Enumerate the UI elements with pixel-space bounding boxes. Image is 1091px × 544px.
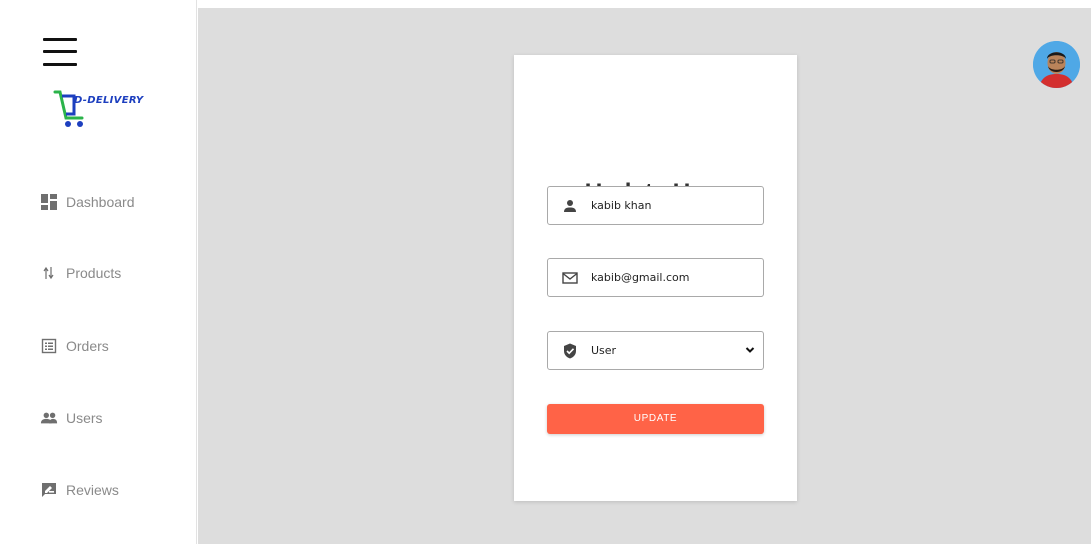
dashboard-icon <box>40 193 58 211</box>
rate-review-icon <box>40 481 58 499</box>
sidebar: D-DELIVERY Dashboard Products Orders Use <box>0 0 197 544</box>
sidebar-item-users[interactable]: Users <box>40 408 103 428</box>
person-icon <box>560 196 580 216</box>
update-button[interactable]: UPDATE <box>547 404 764 434</box>
role-selected-value: User <box>591 344 617 357</box>
app-root: D-DELIVERY Dashboard Products Orders Use <box>0 0 1091 544</box>
chevron-down-icon <box>745 347 755 353</box>
name-input[interactable] <box>591 199 741 212</box>
cart-logo-icon <box>53 90 84 127</box>
list-alt-icon <box>40 337 58 355</box>
sidebar-item-label: Reviews <box>66 482 119 498</box>
people-icon <box>40 409 58 427</box>
user-avatar[interactable] <box>1033 41 1080 88</box>
sidebar-item-label: Products <box>66 265 122 281</box>
role-select[interactable]: User <box>547 331 764 370</box>
avatar-image <box>1033 41 1080 88</box>
email-field[interactable] <box>547 258 764 297</box>
email-input[interactable] <box>591 271 741 284</box>
sort-arrows-icon <box>40 264 58 282</box>
sidebar-item-reviews[interactable]: Reviews <box>40 480 119 500</box>
sidebar-item-label: Dashboard <box>66 194 135 210</box>
mail-icon <box>560 268 580 288</box>
sidebar-item-dashboard[interactable]: Dashboard <box>40 192 135 212</box>
sidebar-item-label: Orders <box>66 338 109 354</box>
menu-icon[interactable] <box>43 38 77 68</box>
verified-user-icon <box>560 341 580 361</box>
brand-logo[interactable]: D-DELIVERY <box>52 82 172 130</box>
logo-text: D-DELIVERY <box>74 95 144 106</box>
name-field[interactable] <box>547 186 764 225</box>
sidebar-item-orders[interactable]: Orders <box>40 336 109 356</box>
sidebar-item-products[interactable]: Products <box>40 263 121 283</box>
sidebar-item-label: Users <box>66 410 103 426</box>
